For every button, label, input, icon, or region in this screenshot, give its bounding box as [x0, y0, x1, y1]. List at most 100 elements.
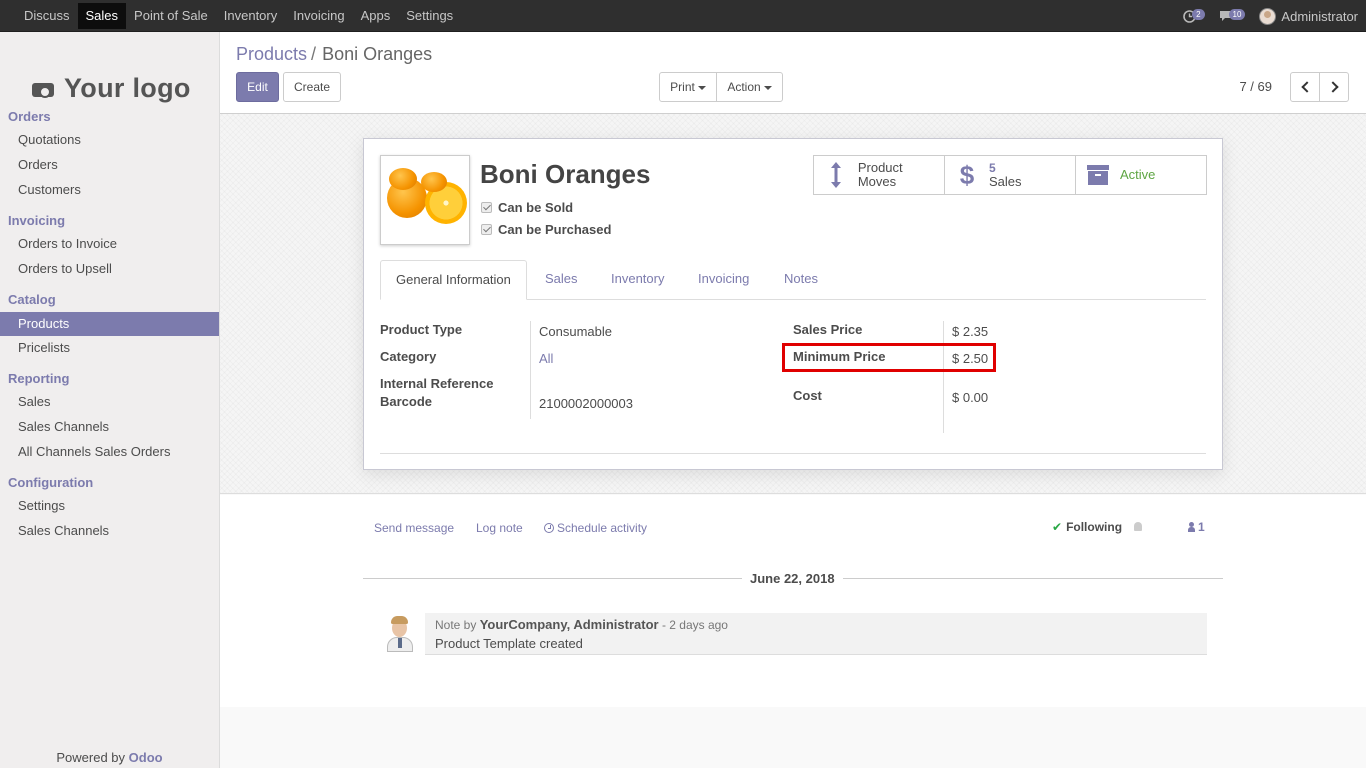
archive-icon [1086, 165, 1110, 185]
sidebar-section-invoicing: Invoicing [8, 213, 66, 228]
menu-inventory[interactable]: Inventory [216, 0, 285, 32]
user-avatar [1259, 7, 1277, 25]
camera-icon [32, 79, 54, 98]
action-label: Action [727, 80, 761, 94]
breadcrumb-separator: / [311, 44, 317, 64]
tab-invoicing[interactable]: Invoicing [683, 260, 764, 300]
breadcrumb: Products / Boni Oranges [236, 44, 432, 65]
check-icon: ✔ [1052, 520, 1063, 534]
chevron-right-icon [1326, 81, 1339, 93]
avatar-tie [398, 638, 402, 648]
sidebar-item-sales[interactable]: Sales [0, 390, 219, 414]
sidebar-item-settings[interactable]: Settings [0, 494, 219, 518]
can-be-sold-label: Can be Sold [498, 200, 574, 215]
action-dropdown[interactable]: Action [716, 72, 783, 102]
sidebar-item-config-sales-channels[interactable]: Sales Channels [0, 519, 219, 543]
product-image[interactable] [380, 155, 470, 245]
active-label: Active [1120, 167, 1156, 182]
sheet-separator [380, 453, 1206, 454]
user-name: Administrator [1281, 8, 1358, 24]
chevron-left-icon [1300, 81, 1313, 93]
tab-notes[interactable]: Notes [769, 260, 833, 300]
message-author[interactable]: YourCompany, Administrator [480, 617, 659, 632]
sales-smart-button[interactable]: $ 5 Sales [944, 155, 1076, 195]
sales-count: 5 [989, 161, 996, 175]
log-note-button[interactable]: Log note [476, 521, 523, 535]
send-message-button[interactable]: Send message [374, 521, 454, 535]
product-type-label: Product Type [380, 322, 463, 337]
message-body: Product Template created [435, 636, 583, 651]
notebook-tabs: General Information Sales Inventory Invo… [380, 260, 1206, 300]
print-label: Print [670, 80, 695, 94]
systray: 2 10 Administrator [1169, 0, 1358, 32]
followers-button[interactable]: 1 [1188, 520, 1205, 534]
activity-badge: 2 [1192, 8, 1205, 20]
sales-price-value: $ 2.35 [952, 324, 989, 339]
can-be-purchased-label: Can be Purchased [498, 222, 612, 237]
sidebar-item-products[interactable]: Products [0, 312, 219, 336]
author-avatar[interactable] [385, 616, 415, 652]
tab-general-information[interactable]: General Information [380, 260, 527, 300]
sidebar-item-orders-to-upsell[interactable]: Orders to Upsell [0, 257, 219, 281]
messaging-button[interactable]: 10 [1219, 8, 1246, 22]
sidebar-item-pricelists[interactable]: Pricelists [0, 336, 219, 360]
sidebar-section-catalog: Catalog [8, 292, 56, 307]
sheet-background: Boni Oranges Can be Sold Can be Purchase… [220, 114, 1366, 494]
sidebar-item-all-channels-sales-orders[interactable]: All Channels Sales Orders [0, 440, 219, 464]
log-message: Note by YourCompany, Administrator - 2 d… [425, 613, 1207, 655]
sidebar-item-quotations[interactable]: Quotations [0, 128, 219, 152]
product-name: Boni Oranges [480, 159, 651, 189]
sales-smart-text: Sales [989, 174, 1022, 189]
sidebar-section-reporting: Reporting [8, 371, 70, 386]
menu-invoicing[interactable]: Invoicing [285, 0, 352, 32]
tab-sales[interactable]: Sales [530, 260, 593, 300]
control-panel: Products / Boni Oranges Edit Create Print … [220, 32, 1366, 114]
menu-sales[interactable]: Sales [77, 3, 127, 29]
category-link[interactable]: All [539, 351, 553, 366]
caret-down-icon [697, 85, 706, 90]
sidebar-section-configuration: Configuration [8, 475, 94, 490]
sidebar-item-orders-to-invoice[interactable]: Orders to Invoice [0, 232, 219, 256]
schedule-activity-label: Schedule activity [557, 521, 648, 535]
active-toggle-button[interactable]: Active [1075, 155, 1207, 195]
app-menu: Discuss Sales Point of Sale Inventory In… [16, 0, 461, 32]
menu-apps[interactable]: Apps [353, 0, 399, 32]
sidebar: Your logo Orders Quotations Orders Custo… [0, 32, 220, 768]
menu-point-of-sale[interactable]: Point of Sale [126, 0, 216, 32]
menu-settings[interactable]: Settings [398, 0, 461, 32]
pager-next-button[interactable] [1319, 72, 1349, 102]
followers-count: 1 [1198, 520, 1205, 534]
can-be-purchased-checkbox: Can be Purchased [481, 222, 611, 237]
sidebar-item-orders[interactable]: Orders [0, 153, 219, 177]
sidebar-item-sales-channels[interactable]: Sales Channels [0, 415, 219, 439]
pager-value[interactable]: 7 / 69 [1239, 79, 1272, 94]
field-divider [530, 321, 531, 419]
powered-by-prefix: Powered by [56, 750, 126, 765]
cost-value: $ 0.00 [952, 390, 989, 405]
following-button[interactable]: ✔ Following [1052, 520, 1122, 534]
orange-fruit-image [389, 168, 417, 190]
date-separator: June 22, 2018 [742, 571, 843, 586]
product-moves-label: Product Moves [857, 160, 903, 189]
breadcrumb-products[interactable]: Products [236, 44, 307, 64]
tab-inventory[interactable]: Inventory [596, 260, 679, 300]
barcode-label: Barcode [380, 394, 433, 409]
logo-text: Your logo [64, 72, 191, 103]
edit-button[interactable]: Edit [236, 72, 279, 102]
breadcrumb-current: Boni Oranges [322, 44, 433, 64]
schedule-activity-button[interactable]: Schedule activity [544, 521, 647, 535]
sidebar-item-customers[interactable]: Customers [0, 178, 219, 202]
menu-discuss[interactable]: Discuss [16, 0, 78, 32]
print-dropdown[interactable]: Print [659, 72, 717, 102]
checkbox-checked-icon [481, 202, 492, 213]
message-time: - 2 days ago [661, 618, 728, 632]
barcode-value: 2100002000003 [539, 396, 633, 411]
odoo-link[interactable]: Odoo [129, 750, 163, 765]
bell-icon[interactable] [1134, 522, 1142, 531]
user-menu[interactable]: Administrator [1259, 7, 1358, 25]
create-button[interactable]: Create [283, 72, 341, 102]
pager-previous-button[interactable] [1290, 72, 1320, 102]
activity-button[interactable]: 2 [1183, 8, 1205, 23]
product-moves-button[interactable]: Product Moves [813, 155, 945, 195]
message-meta: Note by YourCompany, Administrator - 2 d… [435, 617, 1197, 632]
